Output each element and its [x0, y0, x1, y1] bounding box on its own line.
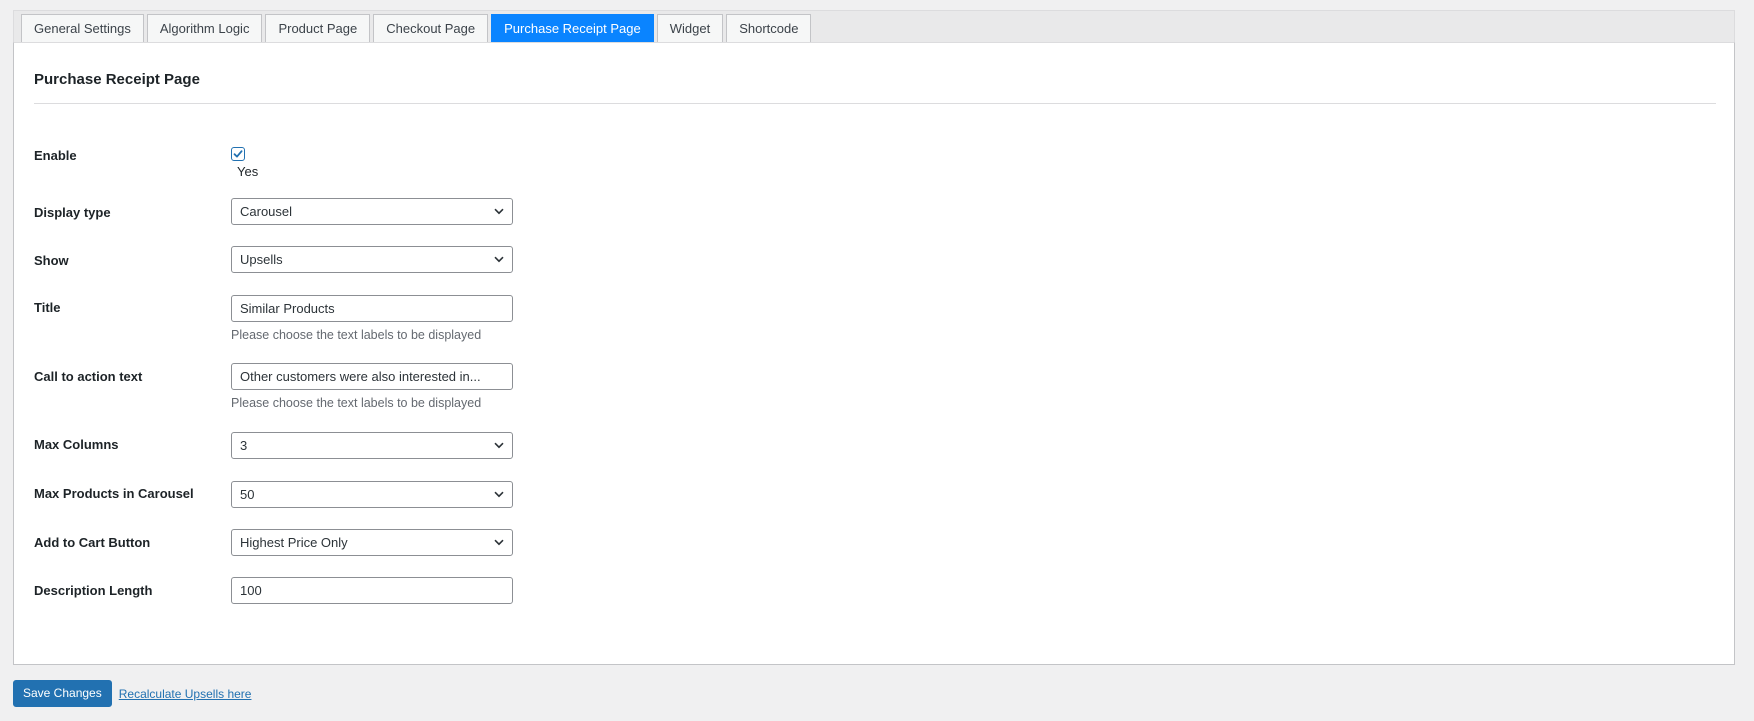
tab-shortcode[interactable]: Shortcode [726, 14, 812, 42]
tab-bar: General Settings Algorithm Logic Product… [13, 10, 1735, 42]
tab-algorithm-logic[interactable]: Algorithm Logic [146, 14, 263, 42]
chevron-down-icon [494, 256, 504, 263]
show-label: Show [34, 253, 69, 268]
cta-text-label: Call to action text [34, 369, 143, 384]
recalculate-upsells-link[interactable]: Recalculate Upsells here [119, 687, 252, 701]
tab-widget[interactable]: Widget [656, 14, 724, 42]
description-length-label: Description Length [34, 583, 153, 598]
display-type-label: Display type [34, 205, 111, 220]
cta-text-description: Please choose the text labels to be disp… [231, 396, 482, 410]
chevron-down-icon [494, 491, 504, 498]
tab-checkout-page[interactable]: Checkout Page [373, 14, 489, 42]
show-value: Upsells [240, 252, 283, 267]
settings-wrapper: General Settings Algorithm Logic Product… [13, 10, 1735, 665]
cta-text-input[interactable]: Other customers were also interested in.… [231, 363, 513, 390]
max-columns-select[interactable]: 3 [231, 432, 513, 459]
add-to-cart-value: Highest Price Only [240, 535, 348, 550]
enable-checkbox[interactable] [231, 146, 245, 161]
settings-panel: Purchase Receipt Page Enable Yes Display… [13, 42, 1735, 665]
display-type-value: Carousel [240, 204, 293, 219]
page-title: Purchase Receipt Page [34, 71, 200, 88]
save-changes-button[interactable]: Save Changes [13, 680, 112, 707]
display-type-select[interactable]: Carousel [231, 198, 513, 225]
description-length-input[interactable]: 100 [231, 577, 513, 604]
add-to-cart-label: Add to Cart Button [34, 535, 151, 550]
title-input[interactable]: Similar Products [231, 295, 513, 322]
max-columns-label: Max Columns [34, 437, 119, 452]
chevron-down-icon [494, 208, 504, 215]
tab-general-settings[interactable]: General Settings [21, 14, 144, 42]
chevron-down-icon [494, 539, 504, 546]
chevron-down-icon [494, 442, 504, 449]
show-select[interactable]: Upsells [231, 246, 513, 273]
checkmark-icon [233, 150, 243, 158]
add-to-cart-select[interactable]: Highest Price Only [231, 529, 513, 556]
enable-control: Yes [231, 145, 258, 181]
title-description: Please choose the text labels to be disp… [231, 328, 482, 342]
max-products-label: Max Products in Carousel [34, 486, 194, 501]
enable-label: Enable [34, 148, 77, 163]
footer-actions: Save Changes Recalculate Upsells here [13, 680, 251, 707]
divider [34, 103, 1716, 104]
title-label: Title [34, 300, 61, 315]
tab-purchase-receipt-page[interactable]: Purchase Receipt Page [491, 14, 654, 42]
max-products-value: 50 [240, 487, 255, 502]
max-products-select[interactable]: 50 [231, 481, 513, 508]
enable-yes-label: Yes [237, 164, 259, 180]
tab-product-page[interactable]: Product Page [265, 14, 371, 42]
max-columns-value: 3 [240, 438, 248, 453]
